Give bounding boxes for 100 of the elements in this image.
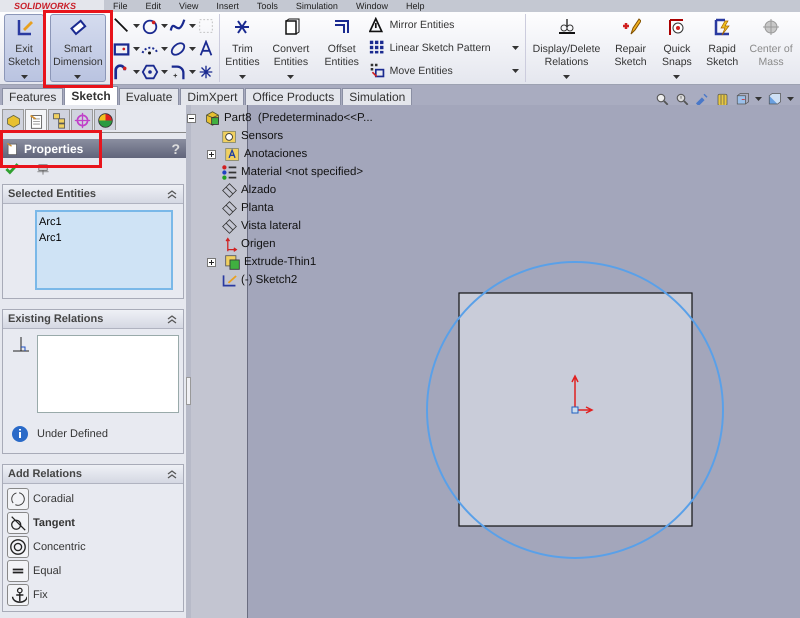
move-icon (368, 62, 386, 80)
zoom-area-icon (675, 92, 690, 106)
annotation-icon (224, 146, 241, 162)
ribbon-tab[interactable]: Features (2, 88, 64, 105)
expand-toggle[interactable] (207, 150, 216, 158)
caret-icon[interactable] (160, 24, 168, 28)
ribbon-button[interactable]: Offset Entities (318, 14, 365, 82)
caret-icon[interactable] (132, 24, 140, 28)
section-title: Selected Entities (8, 188, 96, 200)
panel-tab[interactable] (2, 109, 24, 130)
ribbon-button[interactable]: Move Entities (366, 62, 521, 80)
ribbon-button[interactable]: Display/Delete Relations (528, 14, 606, 82)
zoom-to-fit-icon (655, 92, 670, 106)
tree-item[interactable]: Vista lateral (241, 217, 301, 235)
ellipse-icon (168, 40, 187, 58)
panel-tab[interactable] (48, 109, 70, 130)
relation-button[interactable]: Tangent (5, 511, 181, 535)
plane-icon (221, 200, 238, 216)
menu-item[interactable]: Window (346, 0, 397, 12)
section-title: Existing Relations (8, 313, 104, 325)
ribbon-tab[interactable]: Office Products (245, 88, 342, 105)
pattern-icon (368, 39, 386, 56)
ribbon-button[interactable]: Mirror Entities (366, 16, 521, 34)
status-text: Under Defined (37, 428, 108, 440)
collapse-handle[interactable] (186, 377, 191, 405)
plane-icon (221, 218, 238, 234)
ribbon-tab[interactable]: DimXpert (180, 88, 244, 105)
appearance-icon (96, 112, 114, 128)
ribbon-button[interactable]: Repair Sketch (607, 14, 654, 82)
fillet-icon (168, 63, 187, 82)
caret-icon[interactable] (188, 46, 196, 51)
info-icon (11, 425, 29, 443)
dotted-grid-icon (196, 16, 215, 35)
ribbon-tab[interactable]: Simulation (342, 88, 412, 105)
collapse-toggle[interactable] (187, 114, 196, 122)
section-title: Add Relations (8, 468, 82, 480)
caret-icon[interactable] (563, 75, 570, 79)
menu-item[interactable]: Insert (207, 0, 248, 12)
target-icon (74, 112, 90, 128)
part-icon (204, 110, 221, 126)
caret-icon[interactable] (188, 24, 196, 28)
caret-icon[interactable] (74, 75, 82, 79)
tree-item[interactable]: Alzado (241, 181, 276, 199)
menu-item[interactable]: Help (396, 0, 434, 12)
caret-icon[interactable] (188, 70, 196, 74)
menu-item[interactable]: Simulation (286, 0, 347, 12)
logo-text: SOLIDWORKS (0, 0, 104, 12)
tangent-icon (9, 514, 27, 532)
concentric-icon (9, 538, 27, 556)
ribbon-button[interactable]: Trim Entities (222, 14, 264, 82)
panel-tab[interactable] (25, 109, 47, 132)
tree-item[interactable]: Extrude-Thin1 (244, 253, 316, 271)
collapse-icon (166, 188, 178, 200)
tree-item[interactable]: Anotaciones (244, 145, 308, 163)
tree-item[interactable]: Origen (241, 235, 276, 253)
ok-icon (4, 162, 20, 176)
ribbon-button[interactable]: Linear Sketch Pattern (366, 39, 521, 56)
collapse-icon (166, 314, 178, 324)
ribbon-button[interactable]: Rapid Sketch (700, 14, 744, 82)
caret-icon[interactable] (673, 75, 680, 79)
menu-item[interactable]: View (170, 0, 208, 12)
ribbon-tab[interactable]: Evaluate (118, 88, 180, 105)
relation-button[interactable]: Fix (5, 583, 181, 607)
origin-drawing (571, 374, 594, 414)
panel-tab[interactable] (94, 109, 116, 130)
tree-item[interactable]: Material <not specified> (241, 163, 364, 181)
caret-icon[interactable] (132, 70, 140, 74)
caret-icon[interactable] (755, 97, 762, 101)
caret-icon[interactable] (512, 68, 519, 73)
menu-item[interactable]: Tools (248, 0, 287, 12)
menu-item[interactable]: Edit (136, 0, 170, 12)
caret-icon[interactable] (287, 75, 294, 79)
relation-button[interactable]: Equal (5, 559, 181, 583)
ribbon-button[interactable]: Smart Dimension (50, 14, 106, 82)
circle-icon (140, 16, 159, 35)
polygon-icon (140, 63, 159, 82)
caret-icon[interactable] (787, 97, 794, 101)
tree-item[interactable]: Sensors (241, 127, 284, 145)
caret-icon[interactable] (160, 70, 168, 74)
ribbon-button[interactable]: Convert Entities (265, 14, 317, 82)
caret-icon[interactable] (512, 46, 519, 50)
fix-icon (9, 586, 27, 604)
caret-icon[interactable] (160, 46, 168, 51)
caret-icon[interactable] (238, 75, 246, 79)
tree-item[interactable]: Planta (241, 199, 274, 217)
ribbon-button[interactable]: Exit Sketch (4, 14, 44, 82)
tree-item[interactable]: (-) Sketch2 (241, 271, 298, 289)
ribbon-button[interactable]: Quick Snaps (656, 14, 698, 82)
tree-item[interactable]: Part8 (Predeterminado<<P... (224, 109, 373, 127)
ribbon-tab[interactable]: Sketch (64, 86, 118, 105)
equal-icon (12, 567, 24, 575)
relation-button[interactable]: Concentric (5, 535, 181, 559)
list-item[interactable]: Arc1 (39, 214, 169, 230)
relation-button[interactable]: Coradial (5, 487, 181, 511)
collapse-icon (166, 468, 178, 480)
expand-toggle[interactable] (207, 258, 216, 266)
caret-icon[interactable] (20, 75, 28, 79)
caret-icon[interactable] (132, 46, 140, 51)
menu-item[interactable]: File (104, 0, 137, 12)
list-item[interactable]: Arc1 (39, 230, 169, 246)
